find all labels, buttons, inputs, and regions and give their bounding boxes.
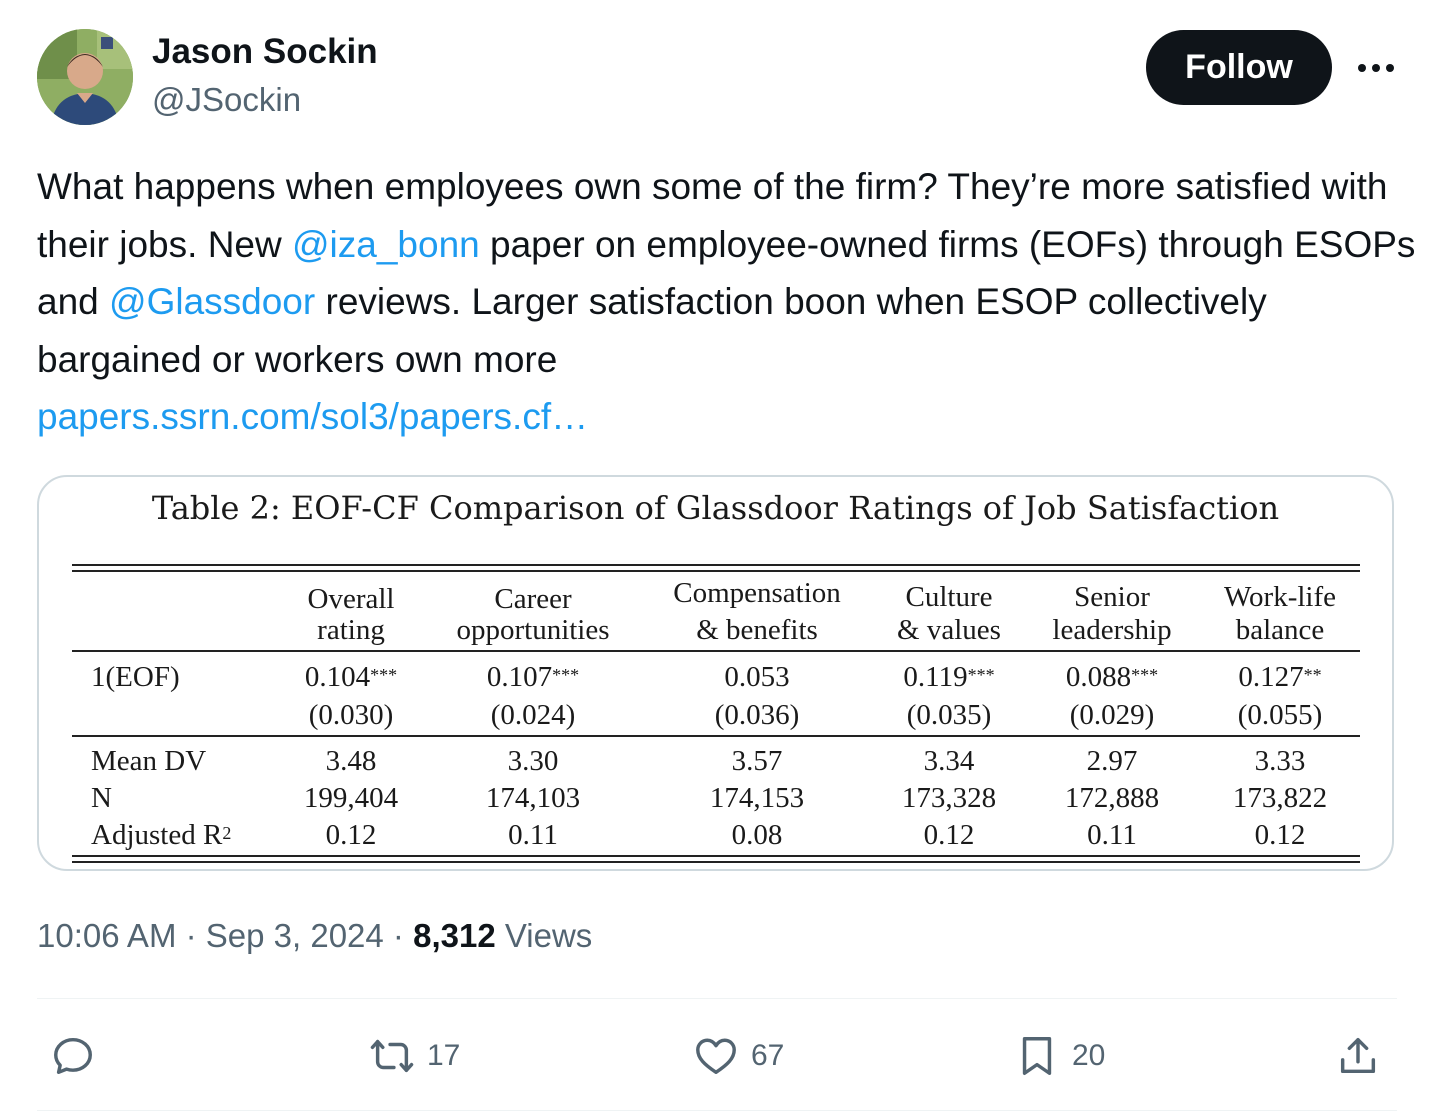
follow-button[interactable]: Follow [1146, 30, 1332, 105]
row-label-eof: 1(EOF) [91, 661, 180, 693]
table-cell: 173,822 [1232, 782, 1328, 814]
std-error: (0.035) [906, 699, 992, 731]
table-cell: 3.33 [1254, 745, 1306, 777]
coef-value: 0.088 [1065, 661, 1132, 693]
coef-value: 0.119 [903, 661, 968, 693]
table-cell: 174,153 [709, 782, 805, 814]
heart-icon [696, 1038, 736, 1075]
table-cell: 0.11 [1087, 819, 1137, 851]
divider [37, 998, 1397, 999]
external-link[interactable]: papers.ssrn.com/sol3/papers.cf… [37, 396, 588, 437]
column-header: & benefits [696, 614, 818, 646]
repost-icon [370, 1039, 414, 1073]
table-cell: 3.57 [731, 745, 783, 777]
reply-icon [54, 1037, 92, 1075]
coef-value: 0.127 [1238, 661, 1304, 693]
tweet-date[interactable]: Sep 3, 2024 [206, 917, 384, 954]
r2-label-text: Adjusted R [91, 819, 223, 851]
ellipsis-icon [1358, 64, 1394, 72]
coef-value: 0.053 [724, 661, 790, 693]
table-rule [72, 564, 1360, 566]
repost-count: 17 [427, 1039, 461, 1072]
table-rule [72, 861, 1360, 863]
bookmark-icon [1022, 1037, 1052, 1075]
author-name[interactable]: Jason Sockin [152, 31, 378, 73]
column-header: leadership [1052, 614, 1172, 646]
reply-button[interactable] [50, 1030, 108, 1082]
significance-stars: ** [1303, 665, 1322, 685]
significance-stars: *** [370, 665, 398, 685]
table-rule [72, 650, 1360, 652]
views-label: Views [504, 917, 593, 954]
mention-link-iza-bonn[interactable]: @iza_bonn [292, 224, 480, 265]
table-cell: 0.12 [923, 819, 975, 851]
table-cell: 199,404 [303, 782, 399, 814]
views-count: 8,312 [413, 917, 496, 954]
tweet-text: What happens when employees own some of … [37, 158, 1417, 446]
table-cell: 172,888 [1064, 782, 1160, 814]
tweet-meta: 10:06 AM · Sep 3, 2024 · 8,312 Views [37, 917, 593, 954]
column-header: Overall [307, 583, 395, 615]
significance-stars: *** [1131, 665, 1159, 685]
media-image-table[interactable]: Table 2: EOF-CF Comparison of Glassdoor … [37, 475, 1394, 871]
r2-superscript: 2 [222, 823, 232, 843]
table-rule [72, 570, 1360, 572]
table-cell: 0.08 [731, 819, 783, 851]
significance-stars: *** [552, 665, 580, 685]
std-error: (0.024) [490, 699, 576, 731]
column-header: rating [317, 614, 385, 646]
repost-button[interactable]: 17 [369, 1030, 460, 1082]
column-header: Compensation [673, 577, 841, 609]
column-header: Senior [1074, 581, 1150, 613]
significance-stars: *** [967, 665, 995, 685]
column-header: opportunities [456, 614, 610, 646]
table-cell: 0.12 [1254, 819, 1306, 851]
table-cell: 0.104*** [305, 661, 397, 693]
author-handle[interactable]: @JSockin [152, 80, 301, 120]
std-error: (0.036) [714, 699, 800, 731]
bookmark-count: 20 [1072, 1039, 1106, 1072]
table-cell: 0.127** [1238, 661, 1321, 693]
coef-value: 0.107 [486, 661, 553, 693]
table-cell: 0.119*** [903, 661, 994, 693]
std-error: (0.030) [308, 699, 394, 731]
column-header: & values [897, 614, 1001, 646]
row-label-n: N [91, 782, 112, 814]
row-label-adjusted-r2: Adjusted R2 [91, 819, 231, 851]
bookmark-button[interactable]: 20 [1014, 1030, 1105, 1082]
table-caption: Table 2: EOF-CF Comparison of Glassdoor … [151, 489, 1280, 527]
more-options-button[interactable] [1352, 48, 1400, 88]
avatar[interactable] [37, 29, 133, 125]
table-cell: 0.107*** [487, 661, 579, 693]
table-cell: 0.088*** [1066, 661, 1158, 693]
divider [37, 1110, 1397, 1111]
mention-link-glassdoor[interactable]: @Glassdoor [109, 281, 315, 322]
table-cell: 0.11 [508, 819, 558, 851]
table-cell: 0.12 [325, 819, 377, 851]
std-error: (0.029) [1069, 699, 1155, 731]
share-button[interactable] [1335, 1030, 1381, 1082]
column-header: Culture [905, 581, 993, 613]
column-header: Career [494, 583, 572, 615]
share-icon [1340, 1037, 1376, 1074]
like-count: 67 [751, 1039, 785, 1072]
std-error: (0.055) [1237, 699, 1323, 731]
column-header: balance [1235, 614, 1325, 646]
like-button[interactable]: 67 [693, 1030, 784, 1082]
table-rule [72, 735, 1360, 737]
table-cell: 3.48 [325, 745, 377, 777]
column-header: Work-life [1223, 581, 1337, 613]
row-label-mean-dv: Mean DV [91, 745, 207, 777]
table-cell: 3.34 [923, 745, 975, 777]
table-cell: 2.97 [1086, 745, 1138, 777]
table-cell: 3.30 [507, 745, 559, 777]
table-cell: 174,103 [485, 782, 581, 814]
table-cell: 173,328 [901, 782, 997, 814]
table-cell: 0.053 [724, 661, 789, 693]
tweet-time[interactable]: 10:06 AM [37, 917, 176, 954]
table-rule [72, 855, 1360, 857]
coef-value: 0.104 [304, 661, 371, 693]
